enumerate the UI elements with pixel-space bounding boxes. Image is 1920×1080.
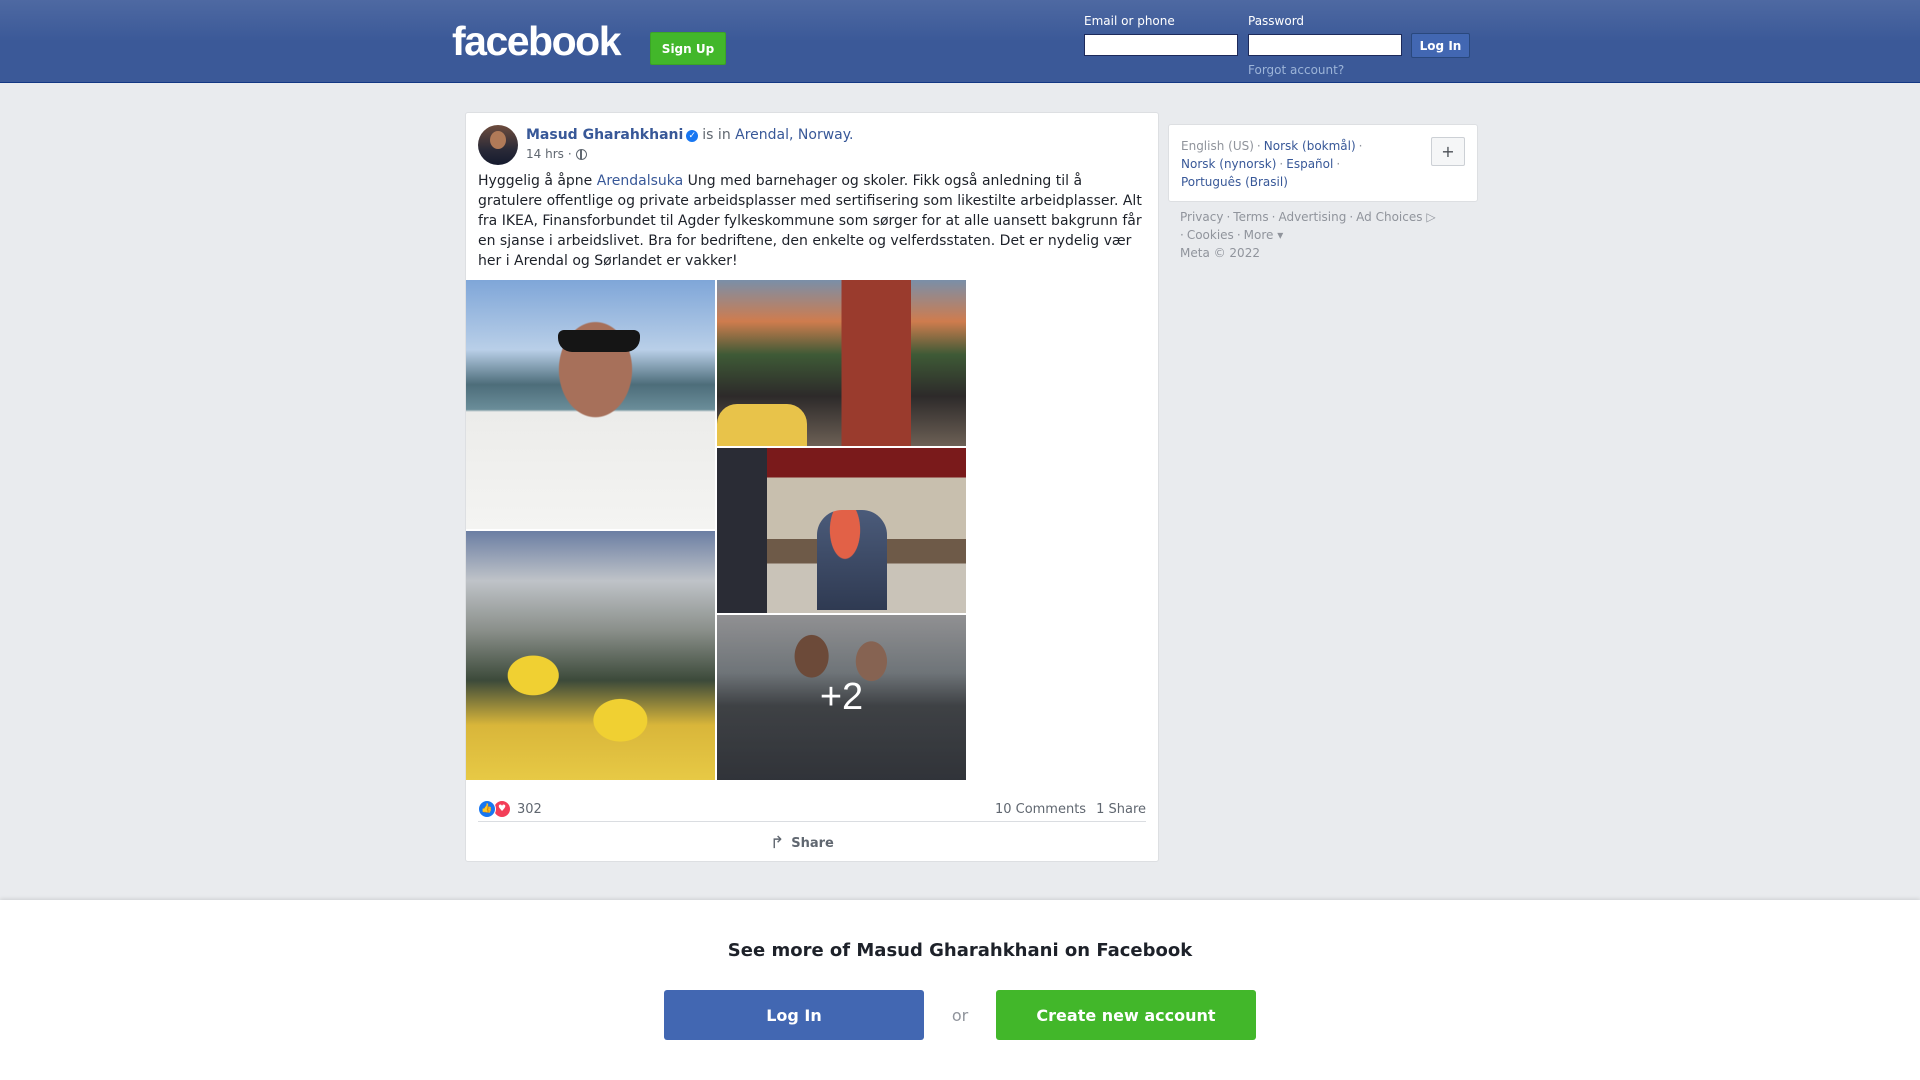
photo-with-police-officer[interactable]: +2 [717, 615, 966, 780]
reaction-count: 302 [517, 801, 542, 817]
photo-children-yellow-caps[interactable] [466, 531, 715, 780]
ad-choices-link[interactable]: Ad Choices [1356, 210, 1422, 224]
photo-stage-ribbon-cutting[interactable] [717, 280, 966, 446]
reactions-summary[interactable]: 👍 ♥ 302 [478, 800, 542, 818]
location-link[interactable]: Arendal, Norway. [735, 127, 853, 143]
top-navigation-bar: facebook Sign Up Email or phone Password… [0, 0, 1920, 83]
post-text: Hyggelig å åpne Arendalsuka Ung med barn… [478, 171, 1148, 271]
more-photos-overlay[interactable]: +2 [717, 615, 966, 780]
sign-up-button[interactable]: Sign Up [650, 32, 726, 65]
cookies-link[interactable]: Cookies [1187, 228, 1234, 242]
advertising-link[interactable]: Advertising [1278, 210, 1346, 224]
is-in-text: is in [702, 127, 731, 143]
photo-selfie-by-water[interactable] [466, 280, 715, 529]
sunglasses-detail [558, 330, 640, 352]
share-label: Share [791, 835, 834, 851]
footer-links: Privacy · Terms · Advertising · Ad Choices ▷ ·… [1180, 210, 1436, 260]
language-link-portugues[interactable]: Português (Brasil) [1181, 175, 1288, 189]
action-divider [478, 821, 1146, 822]
current-language: English (US) [1181, 139, 1254, 153]
more-link[interactable]: More [1244, 228, 1274, 242]
like-reaction-icon: 👍 [478, 800, 496, 818]
share-arrow-icon: ↱ [770, 833, 785, 853]
privacy-link[interactable]: Privacy [1180, 210, 1223, 224]
language-selector-box: English (US) · Norsk (bokmål) · Norsk (nyno… [1168, 124, 1478, 202]
comments-count-link[interactable]: 10 Comments [995, 802, 1086, 817]
meta-separator: · [567, 147, 572, 161]
facebook-logo[interactable]: facebook [452, 18, 622, 65]
post-meta: 14 hrs · [526, 147, 587, 161]
photo-grid: +2 [466, 280, 968, 780]
create-new-account-button[interactable]: Create new account [996, 990, 1256, 1040]
shares-count-link[interactable]: 1 Share [1096, 802, 1146, 817]
author-avatar[interactable] [478, 125, 518, 165]
photo-award-ceremony[interactable] [717, 448, 966, 613]
language-link-espanol[interactable]: Español [1286, 157, 1333, 171]
email-label: Email or phone [1084, 14, 1175, 28]
language-link-norsk-bokmal[interactable]: Norsk (bokmål) [1264, 139, 1356, 153]
banner-log-in-button[interactable]: Log In [664, 990, 924, 1040]
more-languages-button[interactable]: + [1431, 137, 1465, 166]
post-text-start: Hyggelig å åpne [478, 173, 597, 189]
password-label: Password [1248, 14, 1305, 28]
email-field[interactable] [1084, 34, 1238, 56]
log-in-button[interactable]: Log In [1411, 33, 1470, 58]
post-timestamp-link[interactable]: 14 hrs [526, 147, 564, 161]
post-header: Masud Gharahkhani ✓ is in Arendal, Norway. [526, 127, 854, 143]
hashtag-link[interactable]: Arendalsuka [597, 173, 683, 189]
password-field[interactable] [1248, 34, 1402, 56]
post-card: Masud Gharahkhani ✓ is in Arendal, Norway.… [465, 112, 1159, 862]
globe-icon [575, 148, 587, 160]
copyright-text: Meta © 2022 [1180, 246, 1260, 260]
login-prompt-banner: See more of Masud Gharahkhani on Faceboo… [0, 900, 1920, 1080]
share-button[interactable]: ↱ Share [770, 833, 834, 853]
or-separator: or [951, 1006, 969, 1025]
author-name-link[interactable]: Masud Gharahkhani [526, 127, 683, 143]
verified-badge-icon: ✓ [686, 130, 699, 142]
more-caret-icon: ▾ [1273, 228, 1284, 242]
ad-choices-icon: ▷ [1422, 210, 1436, 224]
language-list: English (US) · Norsk (bokmål) · Norsk (nyno… [1181, 139, 1363, 189]
language-link-norsk-nynorsk[interactable]: Norsk (nynorsk) [1181, 157, 1276, 171]
terms-link[interactable]: Terms [1233, 210, 1268, 224]
see-more-title: See more of Masud Gharahkhani on Faceboo… [727, 940, 1193, 961]
engagement-stats: 10 Comments 1 Share [995, 802, 1146, 817]
forgot-account-link[interactable]: Forgot account? [1248, 63, 1344, 77]
